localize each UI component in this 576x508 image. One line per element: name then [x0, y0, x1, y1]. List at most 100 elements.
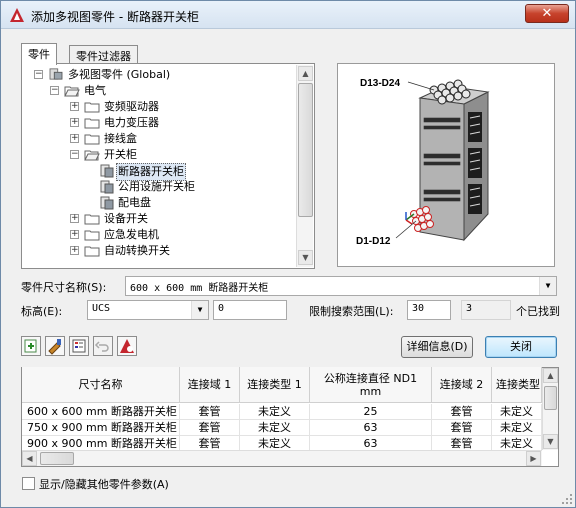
cell-conn-type-1: 未定义: [240, 404, 310, 420]
switchgear-3d-preview: D13-D24 D1-D12: [356, 78, 490, 247]
tree-item-generator[interactable]: + 应急发电机: [70, 227, 290, 243]
grid-header-conn-type-2[interactable]: 连接类型: [492, 367, 542, 403]
tree-item-switchgear[interactable]: − 开关柜: [70, 147, 290, 163]
autocad-app-icon: [10, 8, 24, 22]
scroll-down-icon[interactable]: ▼: [543, 434, 558, 449]
elevation-label: 标高(E):: [21, 305, 63, 318]
cell-size-name: 600 x 600 mm 断路器开关柜: [22, 404, 180, 420]
folder-open-icon: [84, 150, 100, 161]
tree-item-junction-box[interactable]: + 接线盒: [70, 131, 290, 147]
tab-parts[interactable]: 零件: [21, 43, 57, 65]
part-size-label: 零件尺寸名称(S):: [21, 281, 107, 294]
autocad-help-icon[interactable]: [117, 336, 137, 356]
undo-icon[interactable]: [93, 336, 113, 356]
dialog-window: 添加多视图零件 - 断路器开关柜 ✕ 零件 零件过滤器 − 多视图零件 (Glo…: [0, 0, 576, 508]
tree-root[interactable]: − 多视图零件 (Global): [32, 67, 292, 83]
grid-vscrollbar[interactable]: ▲ ▼: [542, 368, 558, 450]
tree-item-label: 接线盒: [104, 132, 137, 145]
expand-icon[interactable]: +: [70, 230, 79, 239]
ucs-value: UCS: [92, 303, 111, 314]
expand-icon[interactable]: +: [70, 214, 79, 223]
expand-icon[interactable]: +: [70, 246, 79, 255]
expand-icon[interactable]: +: [70, 118, 79, 127]
folder-icon: [84, 230, 100, 241]
show-params-checkbox[interactable]: [22, 477, 35, 490]
scroll-thumb[interactable]: [298, 83, 313, 217]
grid-header-conn-type-1[interactable]: 连接类型 1: [240, 367, 310, 403]
preview-label-top: D13-D24: [360, 78, 400, 89]
show-params-label: 显示/隐藏其他零件参数(A): [39, 478, 169, 491]
expand-icon[interactable]: +: [70, 102, 79, 111]
tree-item-vfd[interactable]: + 变频驱动器: [70, 99, 290, 115]
scroll-up-icon[interactable]: ▲: [543, 368, 558, 383]
tree-item-transformer[interactable]: + 电力变压器: [70, 115, 290, 131]
collapse-icon[interactable]: −: [34, 70, 43, 79]
cell-conn-domain-1: 套管: [180, 404, 240, 420]
chevron-down-icon[interactable]: ▼: [539, 277, 556, 295]
tree-item-label: 设备开关: [104, 212, 148, 225]
tree-item-label: 配电盘: [118, 196, 151, 209]
part-icon: [100, 180, 114, 194]
tree-item-equipment-switch[interactable]: + 设备开关: [70, 211, 290, 227]
collapse-icon[interactable]: −: [70, 150, 79, 159]
tab-parts-filter[interactable]: 零件过滤器: [69, 45, 138, 65]
close-button[interactable]: 关闭: [485, 336, 557, 358]
scroll-thumb[interactable]: [544, 386, 557, 410]
tree-item-ats[interactable]: + 自动转换开关: [70, 243, 290, 259]
part-tree[interactable]: − 多视图零件 (Global) − 电气 + 变频驱动器 + 电力变压器 + …: [21, 63, 315, 269]
resize-grip-icon[interactable]: [561, 493, 573, 505]
ucs-dropdown[interactable]: UCS ▼: [87, 300, 209, 320]
grid-header-conn-domain-1[interactable]: 连接域 1: [180, 367, 240, 403]
expand-icon[interactable]: +: [70, 134, 79, 143]
scroll-left-icon[interactable]: ◀: [22, 451, 37, 466]
cell-conn-domain-1: 套管: [180, 420, 240, 436]
tree-item-utility-switchgear[interactable]: 公用设施开关柜: [98, 179, 298, 195]
cell-conn-domain-2: 套管: [432, 420, 492, 436]
tree-item-label: 自动转换开关: [104, 244, 170, 257]
search-limit-value: 30: [412, 303, 425, 314]
elevation-offset-value: 0: [218, 303, 225, 314]
part-size-value: 600 x 600 mm 断路器开关柜: [130, 283, 269, 294]
window-title: 添加多视图零件 - 断路器开关柜: [31, 10, 199, 24]
grid-header-conn-domain-2[interactable]: 连接域 2: [432, 367, 492, 403]
tree-item-breaker-switchgear[interactable]: 断路器开关柜: [98, 163, 298, 181]
tree-scrollbar[interactable]: ▲ ▼: [296, 65, 313, 267]
search-limit-input[interactable]: 30: [407, 300, 451, 320]
chevron-down-icon[interactable]: ▼: [191, 301, 208, 319]
scroll-right-icon[interactable]: ▶: [526, 451, 541, 466]
tree-root-label: 多视图零件 (Global): [68, 68, 171, 81]
tree-item-label: 电气: [84, 84, 106, 97]
cell-conn-type-1: 未定义: [240, 420, 310, 436]
elevation-offset-input[interactable]: 0: [213, 300, 287, 320]
window-close-button[interactable]: ✕: [525, 4, 569, 23]
tree-item-label: 公用设施开关柜: [118, 180, 195, 193]
search-limit-label: 限制搜索范围(L):: [309, 305, 394, 318]
grid-hscrollbar[interactable]: ◀ ▶: [22, 450, 542, 466]
collapse-icon[interactable]: −: [50, 86, 59, 95]
tree-item-label: 电力变压器: [104, 116, 159, 129]
folder-open-icon: [64, 86, 80, 97]
scroll-thumb[interactable]: [40, 452, 74, 465]
catalog-icon: [49, 68, 63, 80]
folder-icon: [84, 246, 100, 257]
part-size-dropdown[interactable]: 600 x 600 mm 断路器开关柜 ▼: [125, 276, 557, 296]
folder-icon: [84, 102, 100, 113]
match-properties-icon[interactable]: [45, 336, 65, 356]
parameters-icon[interactable]: [69, 336, 89, 356]
part-icon: [100, 196, 114, 210]
found-label: 个已找到: [516, 305, 560, 318]
part-preview: D13-D24 D1-D12: [337, 63, 555, 267]
grid-header-nominal-diameter[interactable]: 公称连接直径 ND1 mm: [310, 367, 432, 403]
tree-item-panelboard[interactable]: 配电盘: [98, 195, 298, 211]
cell-conn-domain-2: 套管: [432, 404, 492, 420]
folder-icon: [84, 134, 100, 145]
scroll-down-icon[interactable]: ▼: [298, 250, 313, 265]
details-button[interactable]: 详细信息(D): [401, 336, 473, 358]
scroll-up-icon[interactable]: ▲: [298, 66, 313, 81]
add-to-drawing-icon[interactable]: [21, 336, 41, 356]
cell-conn-type-2: 未定义: [492, 420, 542, 436]
cell-conn-type-2: 未定义: [492, 404, 542, 420]
grid-header-size-name[interactable]: 尺寸名称: [22, 367, 180, 403]
tree-item-electrical[interactable]: − 电气: [50, 83, 290, 99]
title-bar: 添加多视图零件 - 断路器开关柜 ✕: [1, 1, 575, 29]
